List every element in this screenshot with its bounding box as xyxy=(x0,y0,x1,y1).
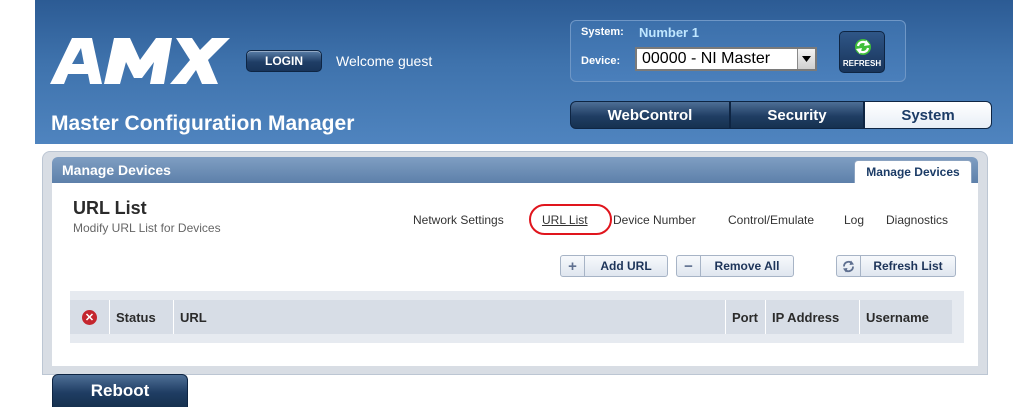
subnav-control-emulate[interactable]: Control/Emulate xyxy=(728,213,814,227)
highlight-circle xyxy=(529,204,612,235)
remove-all-label: Remove All xyxy=(714,259,780,273)
refresh-list-label: Refresh List xyxy=(873,259,943,273)
delete-icon[interactable]: ✕ xyxy=(82,309,97,325)
tab-system[interactable]: System xyxy=(864,101,992,129)
refresh-list-button[interactable]: Refresh List xyxy=(836,255,956,277)
refresh-list-icon xyxy=(837,256,861,276)
subnav-log[interactable]: Log xyxy=(844,213,864,227)
amx-logo xyxy=(50,38,230,84)
add-url-button[interactable]: + Add URL xyxy=(560,255,668,277)
device-select[interactable]: 00000 - NI Master xyxy=(635,47,817,71)
system-label: System: xyxy=(581,26,624,38)
chevron-down-icon[interactable] xyxy=(797,49,815,69)
app-title: Master Configuration Manager xyxy=(51,112,355,135)
system-device-panel: System: Number 1 Device: 00000 - NI Mast… xyxy=(570,20,906,82)
url-table: ✕ Status URL Port IP Address Username xyxy=(70,291,964,343)
column-header-port[interactable]: Port xyxy=(726,300,766,334)
delete-column-header[interactable]: ✕ xyxy=(70,300,110,334)
panel-body: URL List Modify URL List for Devices Net… xyxy=(52,183,978,366)
panel-header-title: Manage Devices xyxy=(62,162,171,178)
table-header: ✕ Status URL Port IP Address Username xyxy=(70,291,964,343)
subnav-diagnostics[interactable]: Diagnostics xyxy=(886,213,948,227)
column-header-username[interactable]: Username xyxy=(860,300,952,334)
login-button[interactable]: LOGIN xyxy=(246,50,322,72)
page-subtitle: Modify URL List for Devices xyxy=(73,221,221,235)
device-select-value: 00000 - NI Master xyxy=(642,50,771,67)
remove-all-button[interactable]: − Remove All xyxy=(676,255,794,277)
column-header-status[interactable]: Status xyxy=(110,300,174,334)
subnav-network-settings[interactable]: Network Settings xyxy=(413,213,504,227)
tab-security[interactable]: Security xyxy=(730,101,864,129)
subnav-device-number[interactable]: Device Number xyxy=(613,213,696,227)
tab-manage-devices[interactable]: Manage Devices xyxy=(854,160,972,183)
page-title: URL List xyxy=(73,198,147,218)
add-url-label: Add URL xyxy=(600,259,652,273)
welcome-text: Welcome guest xyxy=(336,53,433,69)
panel-header: Manage Devices Manage Devices xyxy=(52,157,978,183)
tab-webcontrol[interactable]: WebControl xyxy=(570,101,730,129)
refresh-button[interactable]: REFRESH xyxy=(839,31,885,73)
reboot-button[interactable]: Reboot xyxy=(52,374,188,407)
column-header-ip-address[interactable]: IP Address xyxy=(766,300,860,334)
refresh-label: REFRESH xyxy=(842,59,882,68)
column-header-url[interactable]: URL xyxy=(174,300,726,334)
plus-icon: + xyxy=(561,256,585,276)
device-label: Device: xyxy=(581,55,621,67)
system-value: Number 1 xyxy=(639,25,699,40)
minus-icon: − xyxy=(677,256,701,276)
refresh-icon xyxy=(855,39,871,55)
